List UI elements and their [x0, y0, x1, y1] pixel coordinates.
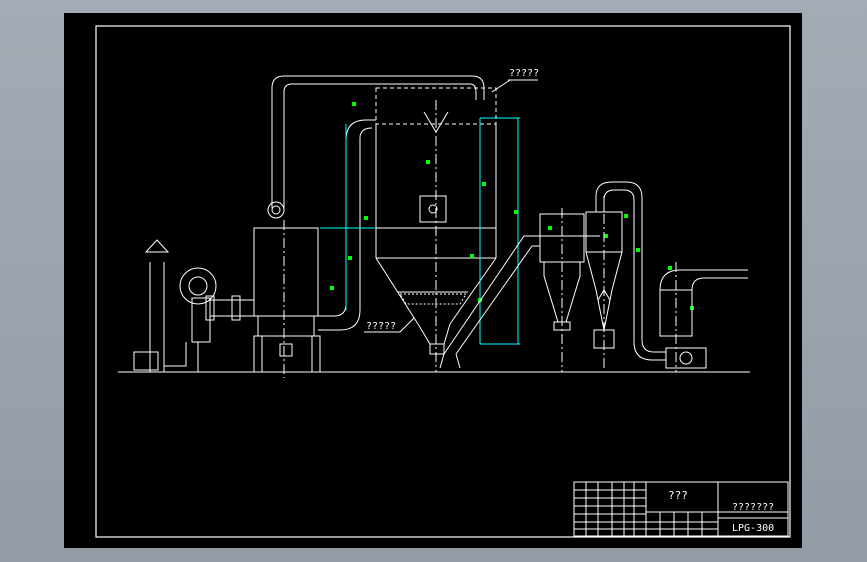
cyclone-separator [539, 208, 600, 372]
sheet-border [95, 25, 791, 538]
drawing-sheet: ????? ????? ??? ??????? LPG-300 [64, 13, 802, 548]
callout-bottom-left: ????? [364, 317, 415, 333]
callout-bottom-left-label: ????? [366, 321, 396, 332]
dimension-lines [320, 117, 520, 345]
inlet-duct [318, 119, 376, 331]
callout-top-right-label: ????? [509, 68, 539, 79]
air-heater [253, 220, 321, 378]
cad-viewport[interactable]: ????? ????? ??? ??????? LPG-300 [0, 0, 867, 562]
callout-top-right: ????? [491, 68, 539, 93]
green-markers [330, 102, 694, 310]
exhaust-fan [659, 262, 748, 372]
title-block-company: ??????? [732, 502, 774, 513]
title-block-drawing-number: LPG-300 [732, 523, 774, 534]
title-block-name: ??? [668, 489, 688, 502]
inlet-fan [133, 239, 254, 373]
transfer-pipe [439, 235, 540, 369]
secondary-cyclone [585, 196, 623, 368]
drawing-canvas: ????? ????? ??? ??????? LPG-300 [95, 25, 791, 538]
exhaust-duct [595, 181, 666, 361]
